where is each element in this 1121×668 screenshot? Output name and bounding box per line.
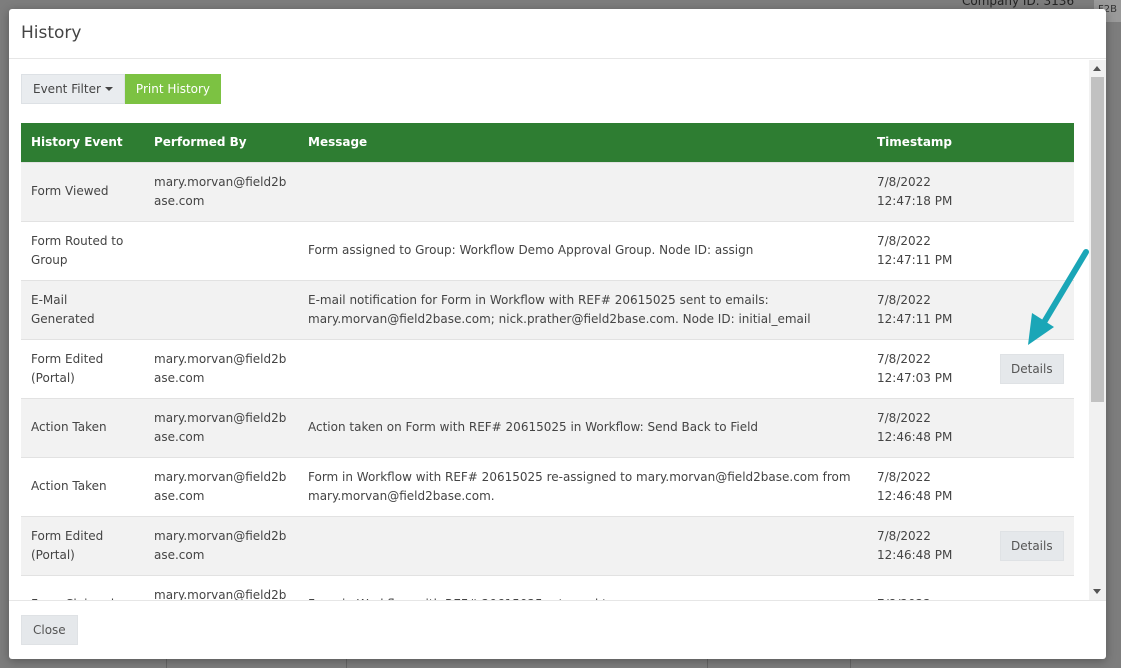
- history-event-cell: E-Mail Generated: [21, 279, 144, 339]
- history-event-cell: Form Edited (Portal): [21, 338, 144, 398]
- actions-cell: [990, 397, 1074, 457]
- table-row: Form Viewed mary.morvan@field2base.com 7/8…: [21, 161, 1074, 221]
- details-button[interactable]: Details: [1000, 353, 1064, 384]
- actions-cell: [990, 456, 1074, 516]
- history-event-cell: Action Taken: [21, 456, 144, 516]
- caret-down-icon: [104, 87, 113, 91]
- timestamp-cell: 7/8/2022 12:46:48 PM: [867, 515, 990, 575]
- history-toolbar: Event Filter Print History: [21, 74, 222, 104]
- message-cell: [298, 338, 867, 398]
- table-row: Form Edited (Portal) mary.morvan@field2ba…: [21, 515, 1074, 575]
- modal-body: Event Filter Print History History Event…: [9, 60, 1106, 600]
- table-row: E-Mail Generated E-mail notification for …: [21, 279, 1074, 339]
- scrollbar-thumb[interactable]: [1091, 77, 1104, 402]
- history-event-cell: Form Routed to Group: [21, 220, 144, 280]
- message-cell: Action taken on Form with REF# 20615025 …: [298, 397, 867, 457]
- table-header-row: History Event Performed By Message Times…: [21, 123, 1074, 162]
- header-message[interactable]: Message: [298, 123, 867, 162]
- header-actions: [990, 123, 1074, 162]
- table-row: Form Edited (Portal) mary.morvan@field2ba…: [21, 338, 1074, 398]
- timestamp-cell: 7/8/2022 12:47:11 PM: [867, 220, 990, 280]
- header-history-event[interactable]: History Event: [21, 123, 144, 162]
- background-divider: [707, 659, 708, 668]
- message-cell: Form assigned to Group: Workflow Demo Ap…: [298, 220, 867, 280]
- message-cell: E-mail notification for Form in Workflow…: [298, 279, 867, 339]
- actions-cell: [990, 161, 1074, 221]
- actions-cell: Details: [990, 515, 1074, 575]
- header-timestamp[interactable]: Timestamp: [867, 123, 990, 162]
- timestamp-cell: 7/8/2022 12:46:48 PM: [867, 397, 990, 457]
- background-divider: [346, 659, 347, 668]
- timestamp-cell: 7/8/2022 12:47:18 PM: [867, 161, 990, 221]
- modal-title: History: [21, 23, 82, 43]
- performed-by-cell: mary.morvan@field2base.com: [144, 515, 298, 575]
- message-cell: [298, 161, 867, 221]
- table-row: Action Taken mary.morvan@field2base.com Fo…: [21, 456, 1074, 516]
- company-id-label: Company ID: 3136: [962, 0, 1075, 8]
- event-filter-label: Event Filter: [33, 82, 101, 96]
- message-cell: [298, 515, 867, 575]
- history-event-cell: Action Taken: [21, 397, 144, 457]
- timestamp-cell: 7/8/2022: [867, 574, 990, 600]
- history-event-cell: Form Edited (Portal): [21, 515, 144, 575]
- performed-by-cell: mary.morvan@field2base.com: [144, 456, 298, 516]
- history-event-cell: Form Claimed: [21, 574, 144, 600]
- performed-by-cell: mary.morvan@field2base.com: [144, 574, 298, 600]
- background-divider: [166, 659, 167, 668]
- annotation-arrow-shaft: [1037, 249, 1089, 332]
- message-cell: Form in Workflow with REF# 20615025 retu…: [298, 574, 867, 600]
- performed-by-cell: mary.morvan@field2base.com: [144, 161, 298, 221]
- print-history-button[interactable]: Print History: [124, 74, 222, 104]
- close-button[interactable]: Close: [21, 615, 78, 645]
- scroll-up-icon[interactable]: [1093, 66, 1101, 71]
- timestamp-cell: 7/8/2022 12:46:48 PM: [867, 456, 990, 516]
- history-modal: History Event Filter Print History Histo…: [9, 9, 1106, 659]
- message-cell: Form in Workflow with REF# 20615025 re-a…: [298, 456, 867, 516]
- timestamp-cell: 7/8/2022 12:47:03 PM: [867, 338, 990, 398]
- history-table: History Event Performed By Message Times…: [21, 123, 1074, 600]
- table-row: Action Taken mary.morvan@field2base.com Ac…: [21, 397, 1074, 457]
- timestamp-cell: 7/8/2022 12:47:11 PM: [867, 279, 990, 339]
- event-filter-button[interactable]: Event Filter: [21, 74, 125, 104]
- modal-footer: Close: [9, 600, 1106, 659]
- table-row: Form Routed to Group Form assigned to Gro…: [21, 220, 1074, 280]
- header-performed-by[interactable]: Performed By: [144, 123, 298, 162]
- performed-by-cell: mary.morvan@field2base.com: [144, 397, 298, 457]
- table-row: Form Claimedmary.morvan@field2base.comFo…: [21, 574, 1074, 600]
- actions-cell: [990, 574, 1074, 600]
- background-divider: [850, 659, 851, 668]
- history-event-cell: Form Viewed: [21, 161, 144, 221]
- performed-by-cell: [144, 220, 298, 280]
- performed-by-cell: mary.morvan@field2base.com: [144, 338, 298, 398]
- annotation-arrow-icon: [1028, 249, 1089, 345]
- scroll-down-icon[interactable]: [1093, 589, 1101, 594]
- modal-header: History: [9, 9, 1106, 59]
- performed-by-cell: [144, 279, 298, 339]
- details-button[interactable]: Details: [1000, 530, 1064, 561]
